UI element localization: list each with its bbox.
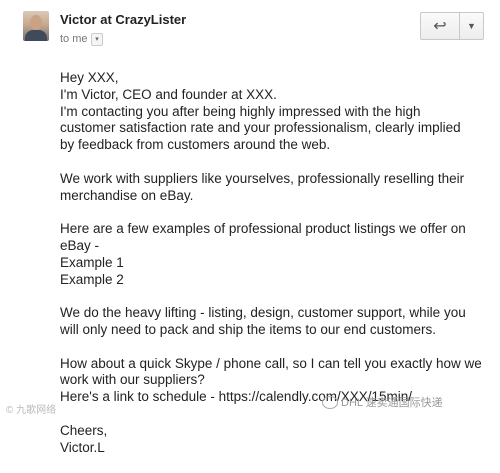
watermark-left: © 九歌网络 xyxy=(6,405,57,416)
body-line: by feedback from customers around the we… xyxy=(60,137,331,153)
recipient-label: to me xyxy=(60,33,88,45)
email-body: Hey XXX, I'm Victor, CEO and founder at … xyxy=(60,70,490,473)
greeting: Hey XXX, xyxy=(60,70,119,85)
body-line: How about a quick Skype / phone call, so… xyxy=(60,355,482,371)
body-line: I'm Victor, CEO and founder at XXX. xyxy=(60,86,277,102)
avatar-shirt xyxy=(25,30,47,41)
closing-paragraph: Cheers, Victor.L xyxy=(60,423,490,457)
sender-name[interactable]: Victor at CrazyLister xyxy=(60,12,186,27)
body-line: We do the heavy lifting - listing, desig… xyxy=(60,305,466,321)
example-link-1[interactable]: Example 1 xyxy=(60,255,490,272)
recipient-details-toggle[interactable]: ▾ xyxy=(91,33,103,46)
sender-avatar[interactable] xyxy=(23,11,49,41)
paragraph-suppliers: We work with suppliers like yourselves, … xyxy=(60,171,490,205)
body-line: Here are a few examples of professional … xyxy=(60,221,466,237)
example-link-2[interactable]: Example 2 xyxy=(60,272,490,289)
email-header: Victor at CrazyLister to me ▾ ↩ ▼ xyxy=(0,0,500,52)
watermark-right-text: DHL 速卖通国际快递 xyxy=(341,397,443,409)
body-line: I'm contacting you after being highly im… xyxy=(60,103,421,119)
body-line: work with our suppliers? xyxy=(60,372,205,388)
avatar-face xyxy=(30,15,42,30)
body-line: customer satisfaction rate and your prof… xyxy=(60,120,461,136)
reply-icon: ↩ xyxy=(433,18,447,35)
body-line: eBay - xyxy=(60,237,100,253)
paragraph-heavy-lifting: We do the heavy lifting - listing, desig… xyxy=(60,305,490,339)
greeting-paragraph: Hey XXX, I'm Victor, CEO and founder at … xyxy=(60,70,490,154)
watermark-right: DHL 速卖通国际快递 xyxy=(322,394,443,410)
body-line: We work with suppliers like yourselves, … xyxy=(60,170,465,186)
wechat-icon xyxy=(322,395,338,409)
message-actions: ↩ ▼ xyxy=(420,12,484,40)
signature: Victor.L xyxy=(60,439,105,455)
body-line: will only need to pack and ship the item… xyxy=(60,321,436,337)
closing: Cheers, xyxy=(60,422,108,438)
more-actions-button[interactable]: ▼ xyxy=(460,13,483,39)
reply-button[interactable]: ↩ xyxy=(421,13,460,39)
paragraph-examples: Here are a few examples of professional … xyxy=(60,221,490,288)
body-line: merchandise on eBay. xyxy=(60,187,194,203)
caret-down-icon: ▼ xyxy=(467,21,476,31)
